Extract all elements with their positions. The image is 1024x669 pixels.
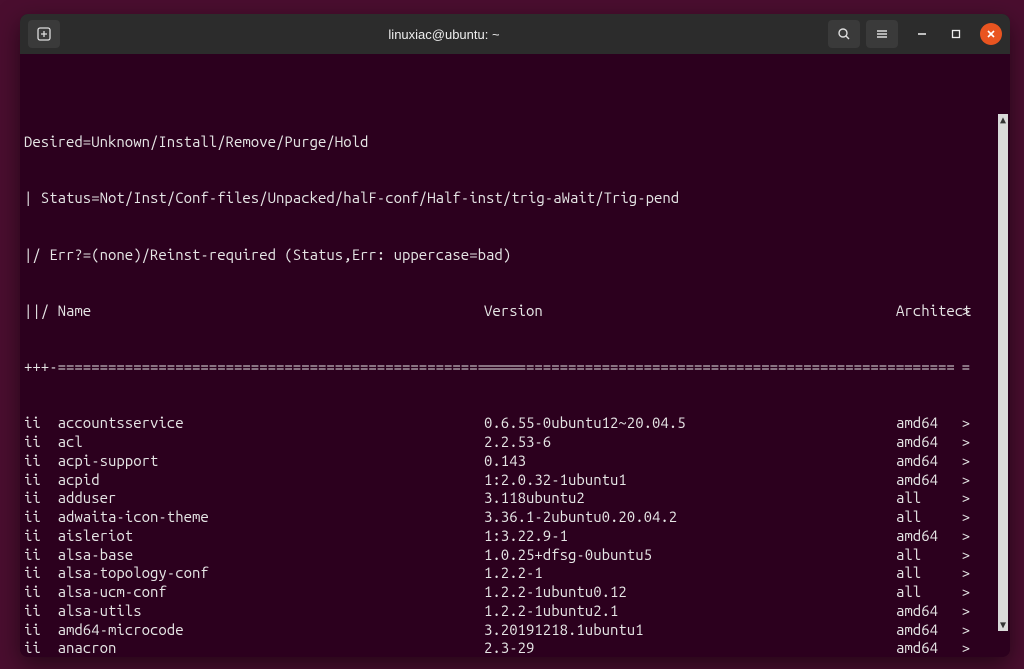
- pkg-arch: amd64: [896, 433, 956, 452]
- new-tab-button[interactable]: [28, 20, 60, 48]
- package-row: ii amd64-microcode3.20191218.1ubuntu1amd…: [24, 621, 1004, 640]
- package-row: ii adduser3.118ubuntu2all>: [24, 489, 1004, 508]
- row-chevron: >: [956, 302, 970, 321]
- pkg-arch: amd64: [896, 414, 956, 433]
- pkg-arch: amd64: [896, 621, 956, 640]
- row-chevron: >: [956, 621, 970, 640]
- chevron-up-icon: ▲: [1000, 115, 1006, 125]
- col-header-version: Version: [484, 302, 896, 321]
- package-row: ii anacron2.3-29amd64>: [24, 639, 1004, 657]
- pkg-version: 1:2.0.32-1ubuntu1: [484, 471, 896, 490]
- pkg-arch: amd64: [896, 639, 956, 657]
- row-chevron: >: [956, 546, 970, 565]
- column-header-row: ||/ Name Version Architect >: [24, 302, 1004, 321]
- row-chevron: >: [956, 527, 970, 546]
- col-header-name: ||/ Name: [24, 302, 484, 321]
- pkg-arch: all: [896, 489, 956, 508]
- pkg-version: 1.0.25+dfsg-0ubuntu5: [484, 546, 896, 565]
- pkg-name: ii alsa-ucm-conf: [24, 583, 484, 602]
- pkg-name: ii acpi-support: [24, 452, 484, 471]
- pkg-arch: amd64: [896, 471, 956, 490]
- pkg-version: 2.3-29: [484, 639, 896, 657]
- title-bar: linuxiac@ubuntu: ~: [20, 14, 1010, 54]
- package-row: ii acl2.2.53-6amd64>: [24, 433, 1004, 452]
- package-row: ii acpi-support0.143amd64>: [24, 452, 1004, 471]
- pkg-name: ii adduser: [24, 489, 484, 508]
- pkg-arch: amd64: [896, 527, 956, 546]
- chevron-down-icon: ▼: [1000, 620, 1006, 630]
- package-row: ii acpid1:2.0.32-1ubuntu1amd64>: [24, 471, 1004, 490]
- pkg-arch: all: [896, 564, 956, 583]
- pkg-name: ii anacron: [24, 639, 484, 657]
- row-chevron: >: [956, 564, 970, 583]
- dpkg-header-line: Desired=Unknown/Install/Remove/Purge/Hol…: [24, 133, 1004, 152]
- pkg-name: ii acl: [24, 433, 484, 452]
- row-chevron: >: [956, 452, 970, 471]
- row-chevron: >: [956, 433, 970, 452]
- pkg-version: 0.143: [484, 452, 896, 471]
- close-button[interactable]: [980, 23, 1002, 45]
- pkg-version: 0.6.55-0ubuntu12~20.04.5: [484, 414, 896, 433]
- pkg-version: 3.20191218.1ubuntu1: [484, 621, 896, 640]
- pkg-arch: all: [896, 546, 956, 565]
- dpkg-header-line: |/ Err?=(none)/Reinst-required (Status,E…: [24, 246, 1004, 265]
- separator-row: +++-====================================…: [24, 358, 1004, 377]
- minimize-button[interactable]: [912, 24, 932, 44]
- pkg-name: ii accountsservice: [24, 414, 484, 433]
- scrollbar[interactable]: ▲ ▼: [998, 114, 1008, 631]
- pkg-version: 1.2.2-1ubuntu0.12: [484, 583, 896, 602]
- pkg-name: ii adwaita-icon-theme: [24, 508, 484, 527]
- search-button[interactable]: [828, 20, 860, 48]
- pkg-name: ii acpid: [24, 471, 484, 490]
- package-row: ii accountsservice0.6.55-0ubuntu12~20.04…: [24, 414, 1004, 433]
- pkg-name: ii amd64-microcode: [24, 621, 484, 640]
- row-chevron: >: [956, 471, 970, 490]
- pkg-name: ii alsa-base: [24, 546, 484, 565]
- pkg-arch: all: [896, 508, 956, 527]
- pkg-version: 3.118ubuntu2: [484, 489, 896, 508]
- row-chevron: >: [956, 508, 970, 527]
- package-row: ii adwaita-icon-theme3.36.1-2ubuntu0.20.…: [24, 508, 1004, 527]
- menu-button[interactable]: [866, 20, 898, 48]
- row-chevron: >: [956, 639, 970, 657]
- row-chevron: >: [956, 489, 970, 508]
- col-header-arch: Architect: [896, 302, 956, 321]
- pkg-arch: amd64: [896, 452, 956, 471]
- maximize-button[interactable]: [946, 24, 966, 44]
- pkg-arch: amd64: [896, 602, 956, 621]
- pkg-version: 1:3.22.9-1: [484, 527, 896, 546]
- pkg-name: ii alsa-topology-conf: [24, 564, 484, 583]
- package-row: ii aisleriot1:3.22.9-1amd64>: [24, 527, 1004, 546]
- terminal-window: linuxiac@ubuntu: ~ Desired=Unknown/Insta…: [20, 14, 1010, 657]
- window-title: linuxiac@ubuntu: ~: [68, 27, 820, 42]
- pkg-name: ii aisleriot: [24, 527, 484, 546]
- dpkg-header-line: | Status=Not/Inst/Conf-files/Unpacked/ha…: [24, 189, 1004, 208]
- package-row: ii alsa-utils1.2.2-1ubuntu2.1amd64>: [24, 602, 1004, 621]
- pkg-version: 1.2.2-1: [484, 564, 896, 583]
- package-row: ii alsa-base1.0.25+dfsg-0ubuntu5all>: [24, 546, 1004, 565]
- package-row: ii alsa-topology-conf1.2.2-1all>: [24, 564, 1004, 583]
- package-row: ii alsa-ucm-conf1.2.2-1ubuntu0.12all>: [24, 583, 1004, 602]
- row-chevron: >: [956, 583, 970, 602]
- row-chevron: >: [956, 602, 970, 621]
- pkg-version: 3.36.1-2ubuntu0.20.04.2: [484, 508, 896, 527]
- pkg-arch: all: [896, 583, 956, 602]
- pkg-version: 1.2.2-1ubuntu2.1: [484, 602, 896, 621]
- pkg-version: 2.2.53-6: [484, 433, 896, 452]
- pkg-name: ii alsa-utils: [24, 602, 484, 621]
- terminal-output[interactable]: Desired=Unknown/Install/Remove/Purge/Hol…: [20, 54, 1010, 657]
- row-chevron: >: [956, 414, 970, 433]
